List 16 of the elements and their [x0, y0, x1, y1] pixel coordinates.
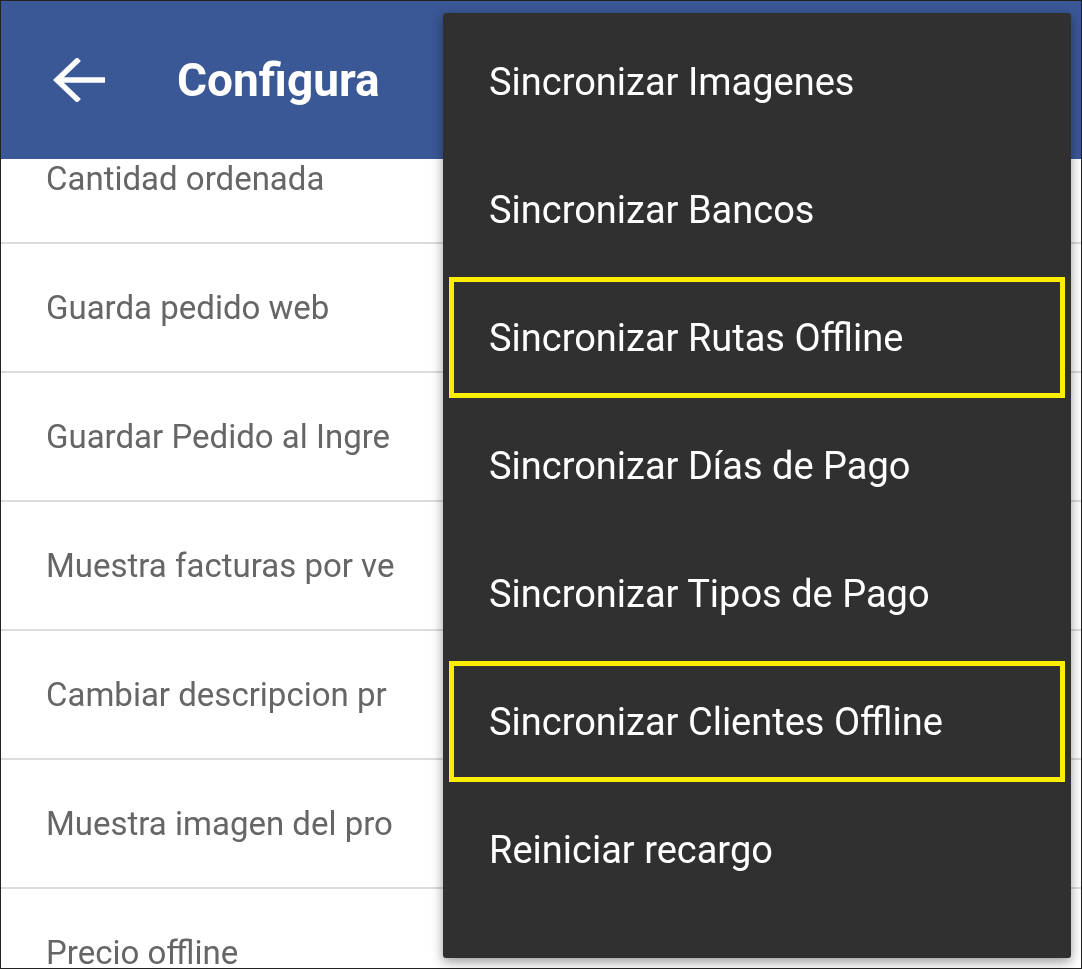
- menu-item[interactable]: Sincronizar Tipos de Pago: [449, 533, 1065, 654]
- menu-item[interactable]: Sincronizar Rutas Offline: [449, 277, 1065, 398]
- setting-label[interactable]: Muestra imagen del pro: [46, 804, 393, 843]
- setting-label[interactable]: Cantidad ordenada: [46, 159, 325, 198]
- menu-item[interactable]: Sincronizar Días de Pago: [449, 405, 1065, 526]
- setting-label[interactable]: Precio offline: [46, 933, 239, 969]
- menu-item[interactable]: Sincronizar Clientes Offline: [449, 661, 1065, 782]
- screen-title: Configura: [177, 53, 380, 107]
- back-arrow-icon[interactable]: [53, 58, 105, 102]
- menu-item[interactable]: Sincronizar Imagenes: [449, 21, 1065, 142]
- menu-item[interactable]: Sincronizar Bancos: [449, 149, 1065, 270]
- setting-label[interactable]: Guarda pedido web: [46, 288, 330, 327]
- setting-label[interactable]: Guardar Pedido al Ingre: [46, 417, 391, 456]
- setting-label[interactable]: Cambiar descripcion pr: [46, 675, 387, 714]
- setting-label[interactable]: Muestra facturas por ve: [46, 546, 395, 585]
- menu-item[interactable]: Reiniciar recargo: [449, 789, 1065, 910]
